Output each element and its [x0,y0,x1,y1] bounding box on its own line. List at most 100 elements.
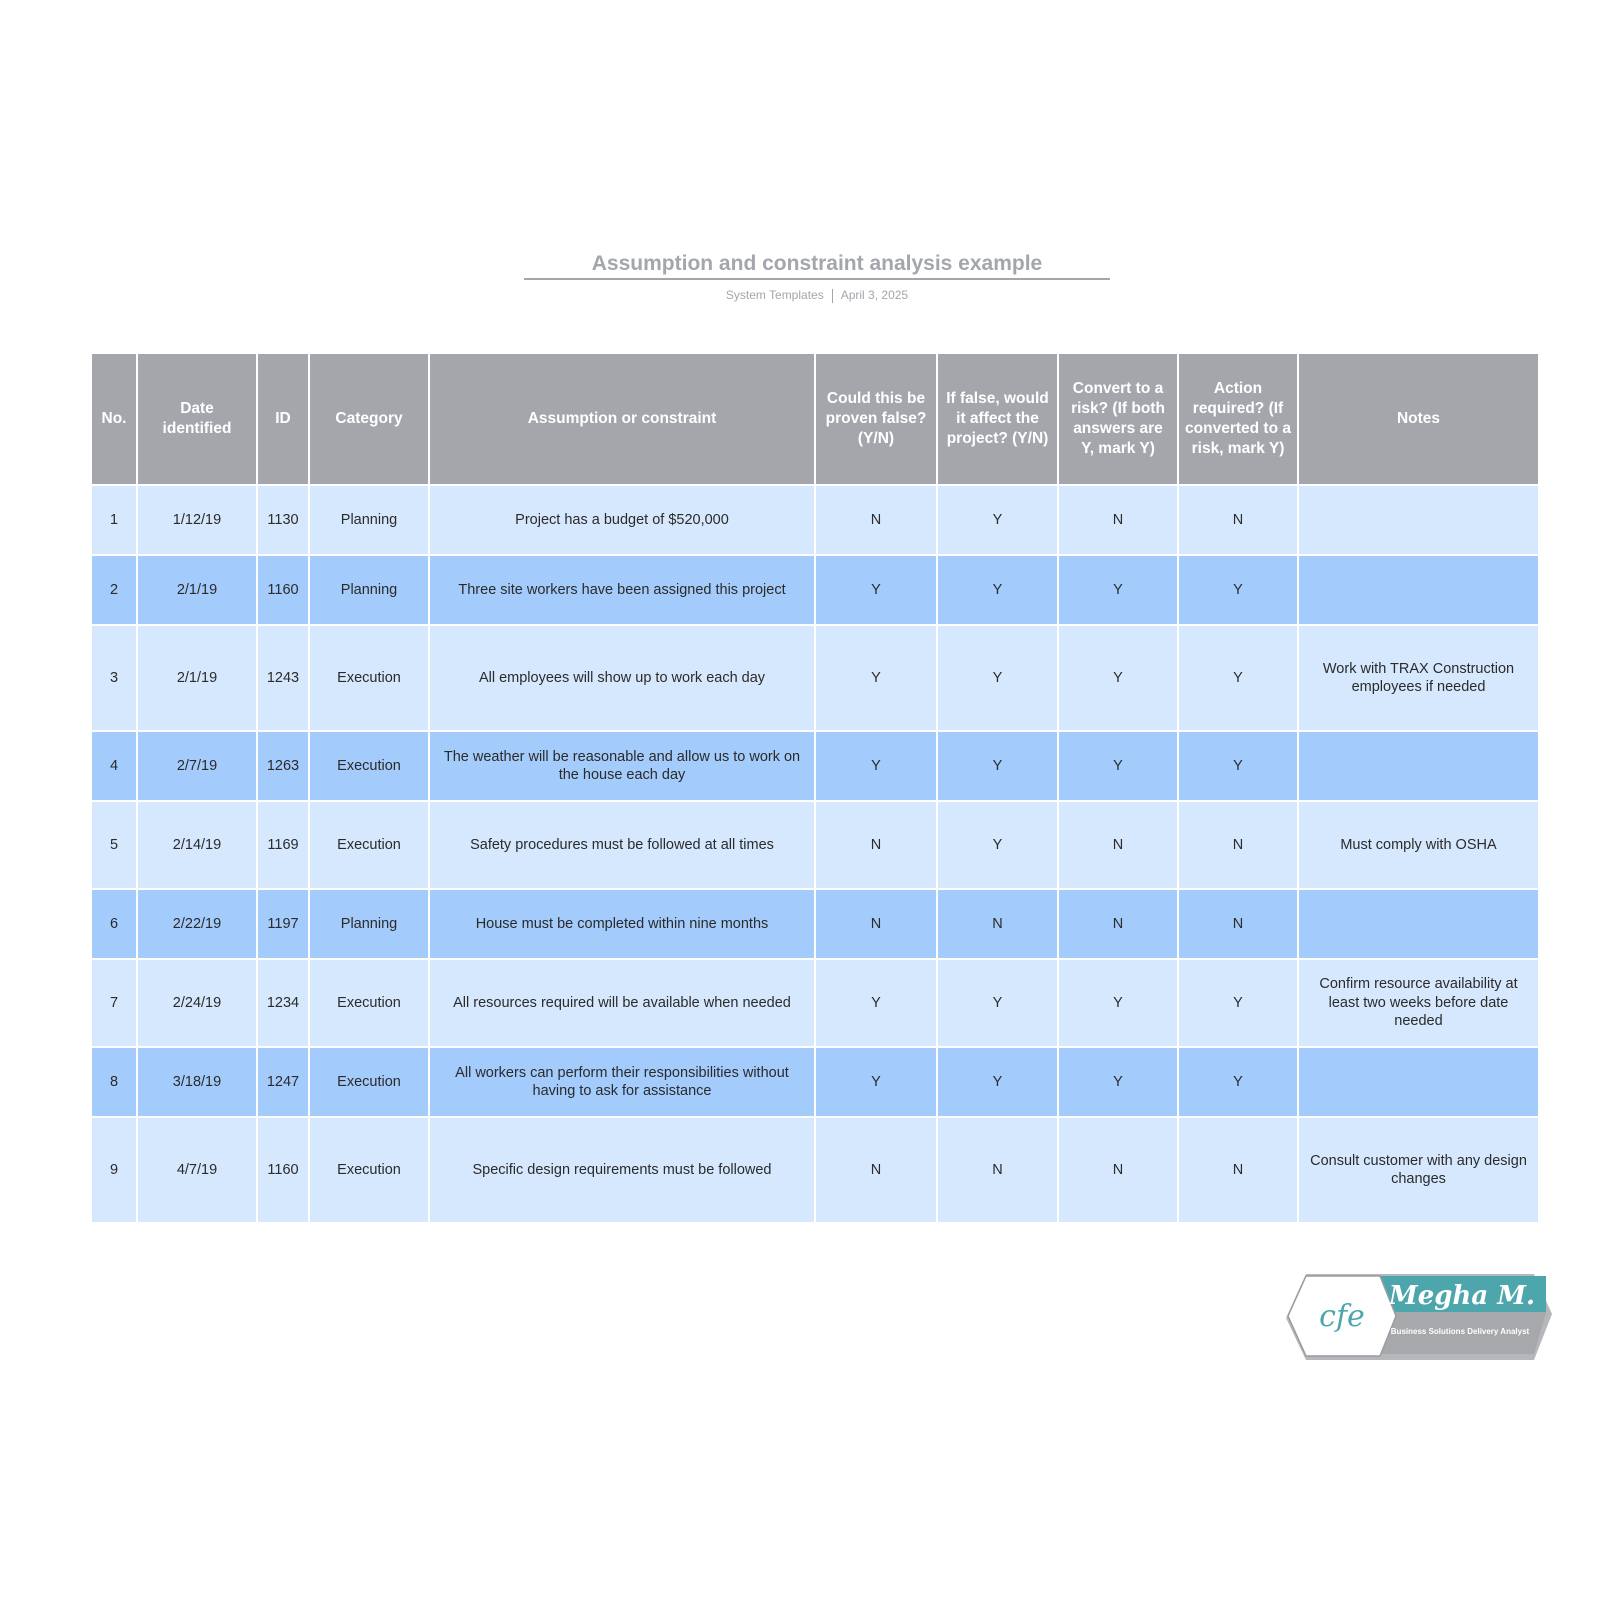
cell-notes [1297,554,1540,626]
cell-convert-risk: N [1057,1116,1179,1224]
cell-convert-risk: Y [1057,1046,1179,1118]
cell-date: 2/7/19 [136,730,258,802]
cell-id: 1160 [256,554,310,626]
cell-proven-false: Y [814,958,938,1048]
badge-name: Megha M. [1388,1281,1535,1311]
cell-action-required: Y [1177,1046,1299,1118]
cell-notes [1297,730,1540,802]
cell-id: 1130 [256,484,310,556]
cell-action-required: N [1177,800,1299,890]
cell-proven-false: Y [814,624,938,732]
cell-proven-false: Y [814,730,938,802]
cell-proven-false: N [814,484,938,556]
cell-affects-project: Y [936,1046,1059,1118]
cell-assumption: The weather will be reasonable and allow… [428,730,816,802]
column-header-proven-false: Could this be proven false? (Y/N) [814,352,938,486]
column-header-affects-project: If false, would it affect the project? (… [936,352,1059,486]
cell-no: 2 [90,554,138,626]
column-header-notes: Notes [1297,352,1540,486]
table-row: 2 2/1/19 1160 Planning Three site workers ha… [90,554,1540,626]
cell-action-required: N [1177,484,1299,556]
cell-category: Execution [308,958,430,1048]
cell-assumption: Three site workers have been assigned th… [428,554,816,626]
table-row: 9 4/7/19 1160 Execution Specific design requ… [90,1116,1540,1224]
document-date: April 3, 2025 [840,288,909,302]
author-badge: cfe Megha M. Business Solutions Delivery… [1286,1274,1552,1360]
table-row: 4 2/7/19 1263 Execution The weather will be … [90,730,1540,802]
cell-action-required: Y [1177,730,1299,802]
cell-id: 1243 [256,624,310,732]
cell-id: 1247 [256,1046,310,1118]
cell-category: Planning [308,888,430,960]
table-row: 6 2/22/19 1197 Planning House must be comple… [90,888,1540,960]
cell-convert-risk: N [1057,800,1179,890]
cell-action-required: Y [1177,958,1299,1048]
cell-assumption: Specific design requirements must be fol… [428,1116,816,1224]
cell-notes: Consult customer with any design changes [1297,1116,1540,1224]
cell-convert-risk: Y [1057,554,1179,626]
document-title: Assumption and constraint analysis examp… [524,252,1110,280]
column-header-action-required: Action required? (If converted to a risk… [1177,352,1299,486]
cell-assumption: Safety procedures must be followed at al… [428,800,816,890]
cell-category: Execution [308,800,430,890]
cell-assumption: All resources required will be available… [428,958,816,1048]
cell-id: 1169 [256,800,310,890]
assumption-table: No. Date identified ID Category Assumption o… [90,352,1540,1224]
cell-no: 7 [90,958,138,1048]
table-row: 1 1/12/19 1130 Planning Project has a budget… [90,484,1540,556]
cell-notes: Confirm resource availability at least t… [1297,958,1540,1048]
document-author: System Templates [725,288,824,302]
cell-proven-false: Y [814,554,938,626]
cell-no: 8 [90,1046,138,1118]
cell-proven-false: N [814,1116,938,1224]
cell-convert-risk: N [1057,888,1179,960]
cell-notes [1297,484,1540,556]
cell-category: Execution [308,624,430,732]
column-header-no: No. [90,352,138,486]
cell-affects-project: Y [936,484,1059,556]
cell-date: 2/14/19 [136,800,258,890]
cell-date: 1/12/19 [136,484,258,556]
cell-no: 6 [90,888,138,960]
column-header-date: Date identified [136,352,258,486]
cell-date: 2/22/19 [136,888,258,960]
cell-notes [1297,888,1540,960]
meta-divider [831,288,833,303]
cell-proven-false: N [814,800,938,890]
cell-id: 1234 [256,958,310,1048]
cell-date: 2/1/19 [136,554,258,626]
table-header-row: No. Date identified ID Category Assumption o… [90,352,1540,486]
cell-no: 4 [90,730,138,802]
cell-no: 3 [90,624,138,732]
cell-proven-false: N [814,888,938,960]
cell-no: 1 [90,484,138,556]
cell-id: 1160 [256,1116,310,1224]
cell-action-required: Y [1177,554,1299,626]
column-header-convert-risk: Convert to a risk? (If both answers are … [1057,352,1179,486]
cell-category: Planning [308,484,430,556]
cell-date: 3/18/19 [136,1046,258,1118]
cell-category: Execution [308,730,430,802]
cell-no: 9 [90,1116,138,1224]
cell-convert-risk: Y [1057,730,1179,802]
cell-assumption: House must be completed within nine mont… [428,888,816,960]
cell-date: 2/24/19 [136,958,258,1048]
cell-affects-project: N [936,1116,1059,1224]
cell-convert-risk: Y [1057,624,1179,732]
cell-affects-project: Y [936,730,1059,802]
cell-notes: Must comply with OSHA [1297,800,1540,890]
cell-id: 1197 [256,888,310,960]
badge-role: Business Solutions Delivery Analyst [1391,1327,1530,1336]
cell-category: Execution [308,1116,430,1224]
table-body: 1 1/12/19 1130 Planning Project has a budget… [90,484,1540,1224]
cell-notes: Work with TRAX Construction employees if… [1297,624,1540,732]
cell-action-required: Y [1177,624,1299,732]
cell-date: 4/7/19 [136,1116,258,1224]
cell-affects-project: N [936,888,1059,960]
column-header-assumption: Assumption or constraint [428,352,816,486]
document-meta: System Templates April 3, 2025 [524,288,1110,303]
cell-id: 1263 [256,730,310,802]
table-row: 3 2/1/19 1243 Execution All employees will s… [90,624,1540,732]
cell-proven-false: Y [814,1046,938,1118]
cell-date: 2/1/19 [136,624,258,732]
